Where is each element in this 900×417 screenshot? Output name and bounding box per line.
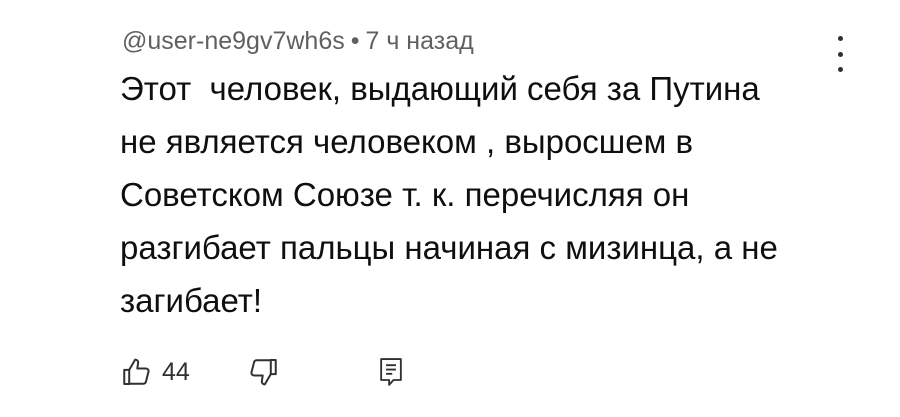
comment-author[interactable]: @user-ne9gv7wh6s: [122, 27, 345, 55]
reply-button[interactable]: [376, 356, 406, 388]
comment-text: Этот человек, выдающий себя за Путина не…: [120, 70, 778, 319]
reply-comment-icon: [376, 356, 406, 388]
dislike-button[interactable]: [246, 355, 280, 389]
comment-card: @user-ne9gv7wh6s • 7 ч назад Этот человек,…: [0, 0, 900, 417]
thumb-down-icon: [246, 355, 280, 389]
header-separator: •: [350, 27, 360, 55]
thumb-up-icon: [120, 355, 154, 389]
comment-timestamp[interactable]: 7 ч назад: [365, 27, 473, 55]
more-vert-icon[interactable]: [828, 36, 852, 72]
comment-header: @user-ne9gv7wh6s • 7 ч назад: [122, 24, 474, 58]
menu-dot: [837, 67, 843, 72]
comment-actions: 44: [120, 352, 406, 392]
menu-dot: [837, 36, 843, 41]
like-count: 44: [162, 357, 190, 386]
menu-dot: [837, 51, 843, 57]
like-button[interactable]: 44: [120, 355, 190, 389]
